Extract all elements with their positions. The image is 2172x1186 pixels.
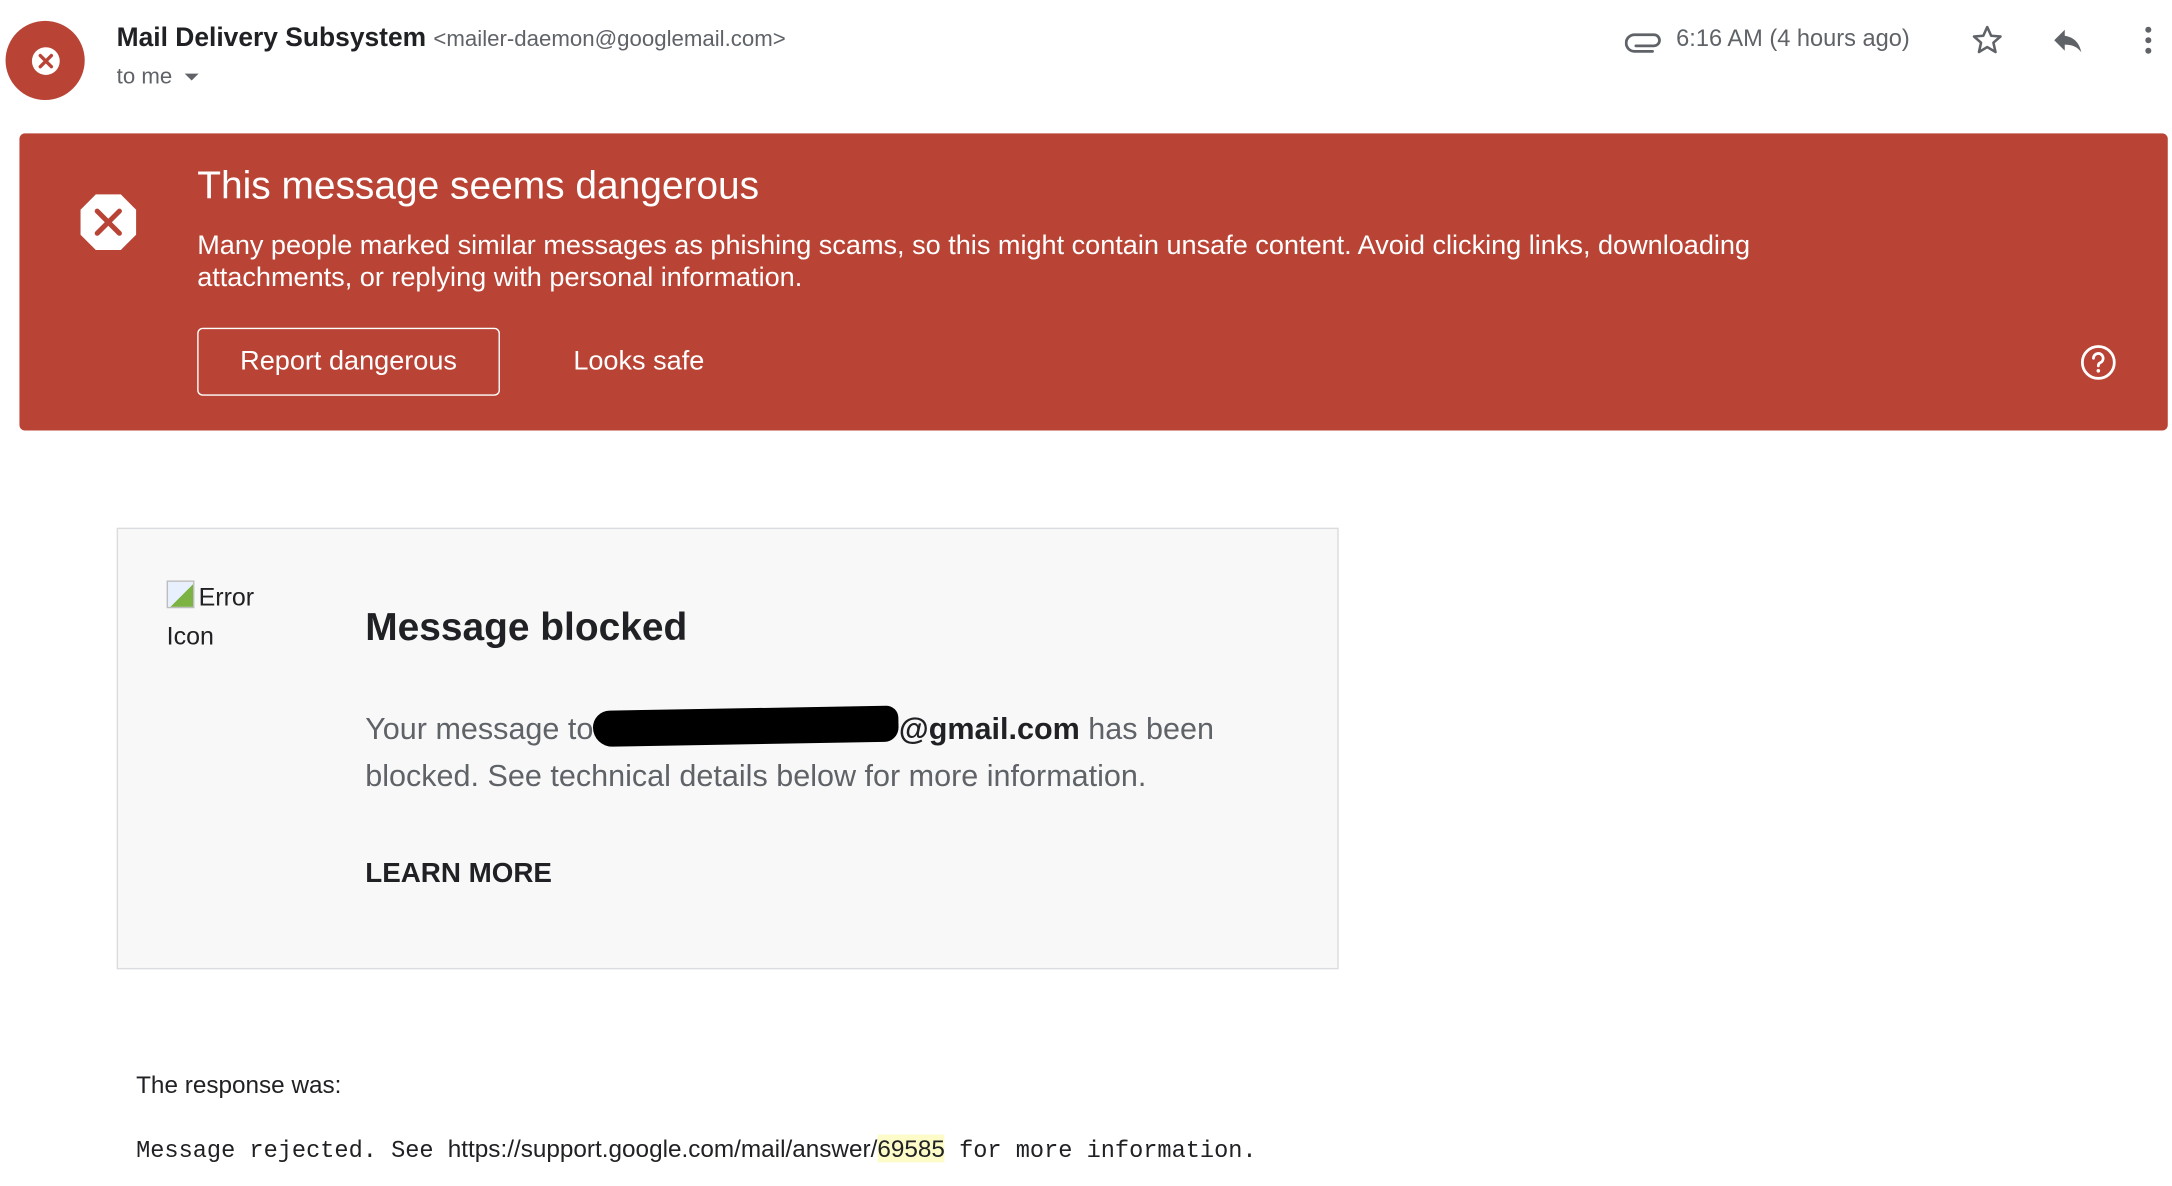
error-x-icon: [31, 46, 60, 75]
paperclip-icon: [1624, 33, 1661, 53]
danger-octagon-icon: [80, 194, 137, 250]
response-suffix: for more information.: [944, 1138, 1257, 1166]
response-prefix: Message rejected. See: [136, 1138, 448, 1166]
report-dangerous-button[interactable]: Report dangerous: [197, 327, 500, 396]
message-timestamp: 6:16 AM (4 hours ago): [1676, 24, 1910, 52]
sender-email: <mailer-daemon@googlemail.com>: [433, 27, 786, 52]
card-body: Your message to @gmail.com has been block…: [365, 705, 1268, 799]
recipient-domain: @gmail.com: [898, 711, 1080, 746]
recipient-label: to me: [116, 65, 173, 89]
sender-avatar[interactable]: [5, 20, 85, 100]
more-options-button[interactable]: [2127, 19, 2169, 61]
image-placeholder-icon: [166, 580, 195, 609]
support-link-id: 69585: [877, 1134, 945, 1163]
response-label: The response was:: [136, 1070, 342, 1099]
caret-down-icon: [184, 73, 199, 81]
star-button[interactable]: [1966, 19, 2008, 61]
redaction-mark: [593, 705, 900, 748]
card-body-prefix: Your message to: [365, 711, 594, 746]
reply-button[interactable]: [2047, 19, 2089, 61]
warning-title: This message seems dangerous: [197, 163, 760, 207]
star-icon: [1972, 25, 2002, 54]
reply-icon: [2054, 29, 2082, 53]
card-title: Message blocked: [365, 605, 688, 649]
help-icon[interactable]: [2079, 343, 2118, 382]
response-line: Message rejected. See https://support.go…: [136, 1134, 1257, 1166]
broken-image-icon: Error Icon: [166, 578, 264, 656]
sender-line: Mail Delivery Subsystem <mailer-daemon@g…: [117, 24, 786, 55]
support-link[interactable]: https://support.google.com/mail/answer/6…: [447, 1134, 945, 1163]
looks-safe-button[interactable]: Looks safe: [555, 328, 722, 396]
recipient-dropdown[interactable]: to me: [117, 65, 200, 90]
support-link-base: https://support.google.com/mail/answer/: [447, 1134, 878, 1163]
warning-body: Many people marked similar messages as p…: [197, 230, 1751, 294]
learn-more-link[interactable]: LEARN MORE: [365, 858, 552, 890]
more-vertical-icon: [2145, 26, 2152, 54]
sender-name[interactable]: Mail Delivery Subsystem: [117, 24, 426, 53]
